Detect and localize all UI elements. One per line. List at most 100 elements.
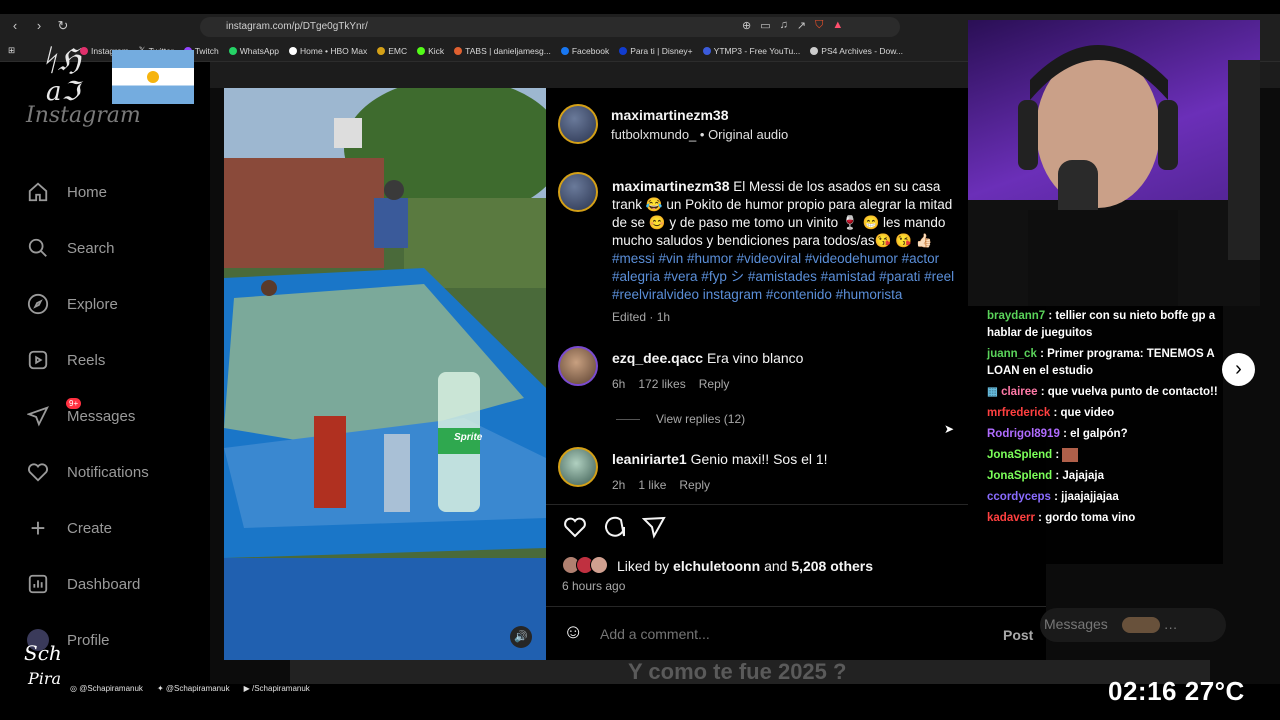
url-actions: ⊕ ▭ ♫ ↗ ⛉ ▲ [742,19,843,32]
compass-icon [26,292,50,316]
mouse-cursor-icon: ➤ [944,422,955,436]
bookmark[interactable]: YTMP3 - Free YouTu... [702,46,800,56]
sidebar-item-home[interactable]: Home [26,180,107,204]
back-icon[interactable]: ‹ [8,18,22,34]
svg-text:ᛋℌ: ᛋℌ [40,43,82,78]
bookmark[interactable]: EMC [377,46,407,56]
post-comment-button[interactable]: Post [1003,627,1033,643]
flag-sun-icon [147,71,159,83]
post-video[interactable]: Sprite 🔊 [224,88,546,660]
svg-text:Sch: Sch [24,641,62,665]
author-avatar[interactable] [558,104,598,144]
apps-icon[interactable]: ⊞ [8,45,20,56]
bookmark[interactable]: TABS | danieljamesg... [454,46,551,56]
chat-username: kadaverr [987,512,1035,524]
messages-pill-label: Messages [1044,616,1108,632]
brave-icon[interactable]: ⛉ [815,19,823,32]
sidebar-item-label: Create [67,519,113,537]
bookmark-label: Kick [428,45,445,56]
comment-text: Era vino blanco [706,350,804,366]
chat-text: : que video [1053,407,1115,419]
comment-avatar[interactable] [558,346,598,386]
twitter-icon: ✦ [156,684,164,693]
chat-text: : jjaajajjajaa [1054,491,1119,503]
emoji-icon[interactable]: ☺ [563,621,583,644]
rewards-icon[interactable]: ▲ [832,19,843,32]
bookmark[interactable]: PS4 Archives - Dow... [810,46,903,56]
chat-message: mrfrederick : que video [987,405,1219,422]
bookmark-label: Home • HBO Max [300,45,368,56]
comment-time: 6h [612,377,626,391]
next-post-button[interactable]: › [1222,353,1255,386]
bookmark[interactable]: WhatsApp [228,46,279,56]
cast-icon[interactable]: ▭ [760,19,770,32]
comment-likes[interactable]: 1 like [638,478,666,492]
liked-by-prefix: Liked by [617,558,670,574]
home-icon [26,180,50,204]
sidebar-item-explore[interactable]: Explore [26,292,118,316]
caption-hashtags[interactable]: #messi #vin #humor #videoviral #videodeh… [612,251,954,302]
bookmark[interactable]: Home • HBO Max [289,46,367,56]
share-icon[interactable]: ↗ [797,19,806,32]
social-handles: ◎ @Schapiramanuk ✦ @Schapiramanuk ▶ /Sch… [70,684,310,693]
bottle-label: Sprite [454,432,483,443]
comment-meta: 2h 1 like Reply [612,478,710,492]
sidebar-item-search[interactable]: Search [26,236,115,260]
messages-pill[interactable]: Messages … [1040,608,1226,642]
audio-label: Original audio [708,127,789,142]
author-username[interactable]: maxi­martinezm38 [611,107,729,123]
bookmark[interactable]: Facebook [560,45,610,56]
sidebar-item-messages[interactable]: 9+ Messages [26,398,135,428]
unread-badge: 9+ [66,398,82,409]
sidebar-item-reels[interactable]: Reels [26,348,105,372]
music-icon[interactable]: ♫ [780,19,788,32]
post-timestamp: 6 hours ago [562,579,626,593]
webcam-overlay [968,20,1260,306]
comment-username[interactable]: ezq_dee.qacc [612,350,703,366]
sidebar-item-notifications[interactable]: Notifications [26,460,149,484]
comment-username[interactable]: leaniriarte1 [612,451,687,467]
sidebar-item-dashboard[interactable]: Dashboard [26,572,140,596]
comment-input[interactable] [600,624,980,644]
sidebar-item-label: Notifications [67,463,149,481]
sidebar-item-label: Explore [67,295,118,313]
like-icon[interactable] [563,515,587,545]
emote-icon [1062,447,1079,462]
liked-by-line: Liked by elchuletoonn and 5,208 others [617,558,873,574]
video-frame [224,88,546,660]
sidebar-item-label: Home [67,183,108,201]
zoom-icon[interactable]: ⊕ [742,19,751,32]
caption-username[interactable]: maximartinezm38 [612,178,730,194]
stream-chat: braydann7 : tellier con su nieto boffe g… [983,306,1223,564]
bookmark[interactable]: Para ti | Disney+ [619,46,693,56]
bookmark-label: Facebook [571,45,610,56]
liked-by-others[interactable]: 5,208 others [791,558,873,574]
comment-avatar[interactable] [558,447,598,487]
comment: ezq_dee.qacc Era vino blanco [612,350,803,366]
sidebar-item-create[interactable]: + Create [26,513,113,543]
reply-button[interactable]: Reply [699,377,730,391]
liked-by-and: and [764,558,788,574]
liked-by-user[interactable]: elchuletoonn [673,558,760,574]
chat-username: JonaSplend [987,470,1053,482]
clock-time: 02:16 [1108,676,1177,706]
comment-likes[interactable]: 172 likes [638,377,685,391]
mute-icon[interactable]: 🔊 [510,626,532,648]
view-replies-button[interactable]: View replies (12) [656,412,745,426]
social-handle: ◎ @Schapiramanuk [70,684,143,693]
bookmark[interactable]: Kick [417,46,444,56]
share-icon[interactable] [641,515,666,545]
background-banner-text: Y como te fue 2025 ? [628,659,847,684]
reply-button[interactable]: Reply [679,478,710,492]
liked-by-avatars [562,556,608,574]
chat-message: Rodrigol8919 : el galpón? [987,426,1219,443]
caption-avatar[interactable] [558,172,598,212]
chat-text: : [1055,449,1060,461]
edited-timestamp: Edited · 1h [612,310,671,324]
heart-icon [26,460,50,484]
social-handle-text: /Schapiramanuk [251,684,310,693]
comment-meta: 6h 172 likes Reply [612,377,729,391]
svg-text:aℑ: aℑ [46,77,84,107]
audio-line[interactable]: futbolxmundo_ • Original audio [611,127,788,142]
comment-icon[interactable] [603,515,627,545]
